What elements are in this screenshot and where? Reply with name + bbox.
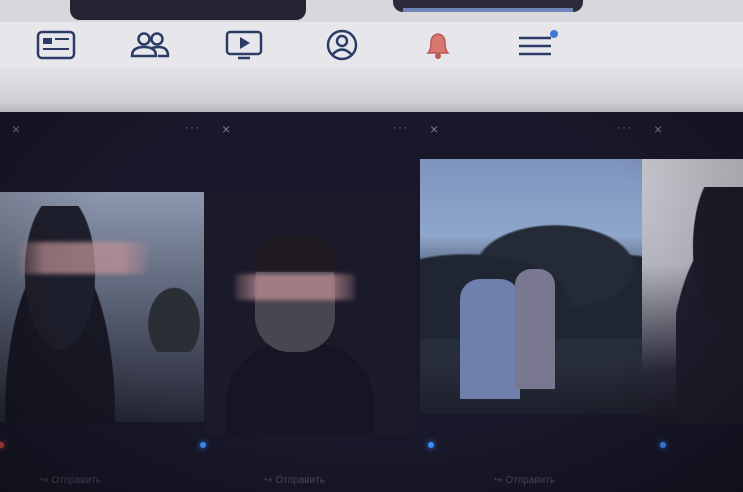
video-thumbnail[interactable] — [205, 194, 415, 434]
screen: × ··· ↪ Отправить × ··· ↪ Отправить × ··… — [0, 0, 743, 492]
live-dot — [0, 442, 4, 448]
share-button[interactable]: ↪ Отправить — [494, 475, 555, 486]
person-figure — [460, 279, 520, 399]
video-stories-strip: × ··· ↪ Отправить × ··· ↪ Отправить × ··… — [0, 112, 743, 492]
story-card[interactable]: × ··· ↪ Отправить — [0, 112, 211, 492]
card-header: × ··· — [0, 118, 210, 142]
person-figure — [515, 269, 555, 389]
video-thumbnail[interactable] — [0, 192, 204, 422]
nav-friends[interactable] — [126, 26, 174, 64]
close-icon[interactable]: × — [654, 122, 662, 136]
face-blur — [18, 242, 148, 274]
card-footer: ↪ Отправить — [0, 442, 210, 492]
nav-feed[interactable] — [32, 26, 80, 64]
more-options-icon[interactable]: ··· — [185, 120, 200, 134]
share-icon: ↪ — [494, 475, 503, 486]
person-silhouette — [676, 187, 743, 424]
person-silhouette — [0, 206, 130, 422]
share-button[interactable]: ↪ Отправить — [40, 475, 101, 486]
menu-badge — [550, 30, 558, 38]
bell-icon — [426, 33, 450, 59]
nav-menu[interactable] — [512, 26, 560, 64]
card-footer — [642, 442, 743, 492]
more-options-icon[interactable]: ··· — [617, 120, 632, 134]
close-icon[interactable]: × — [12, 122, 20, 136]
story-card[interactable]: × ··· ↪ Отправить — [200, 112, 419, 492]
nav-notifications[interactable] — [414, 26, 462, 64]
status-dot — [660, 442, 666, 448]
person-shirt — [225, 344, 375, 434]
person-hair — [253, 238, 337, 272]
share-icon: ↪ — [40, 475, 49, 486]
card-footer: ↪ Отправить — [418, 442, 642, 492]
story-card[interactable]: × ··· ↪ Отправить — [418, 112, 645, 492]
face-blur — [235, 274, 355, 300]
share-label: Отправить — [505, 475, 555, 486]
tree-shape — [144, 282, 204, 352]
feed-icon — [36, 30, 76, 60]
profile-icon — [326, 29, 358, 61]
nav-watch[interactable] — [220, 26, 268, 64]
video-thumbnail[interactable] — [420, 159, 645, 414]
friends-icon — [130, 32, 170, 58]
story-card[interactable]: × — [642, 112, 743, 492]
card-header: × — [642, 118, 743, 142]
share-label: Отправить — [275, 475, 325, 486]
menu-icon — [519, 30, 558, 56]
more-options-icon[interactable]: ··· — [393, 120, 408, 134]
video-icon — [225, 30, 263, 60]
card-header: × ··· — [418, 118, 642, 142]
card-header: × ··· — [210, 118, 418, 142]
top-thumbnail-left[interactable] — [70, 0, 306, 20]
video-thumbnail[interactable] — [642, 159, 743, 424]
nav-profile[interactable] — [318, 26, 366, 64]
card-footer: ↪ Отправить — [200, 442, 418, 492]
progress-bar — [403, 8, 573, 12]
status-dot — [200, 442, 206, 448]
share-button[interactable]: ↪ Отправить — [264, 475, 325, 486]
bottom-navbar — [0, 22, 743, 68]
status-dot — [428, 442, 434, 448]
close-icon[interactable]: × — [222, 122, 230, 136]
top-thumbnail-right[interactable] — [393, 0, 583, 12]
share-icon: ↪ — [264, 475, 273, 486]
close-icon[interactable]: × — [430, 122, 438, 136]
share-label: Отправить — [51, 475, 101, 486]
